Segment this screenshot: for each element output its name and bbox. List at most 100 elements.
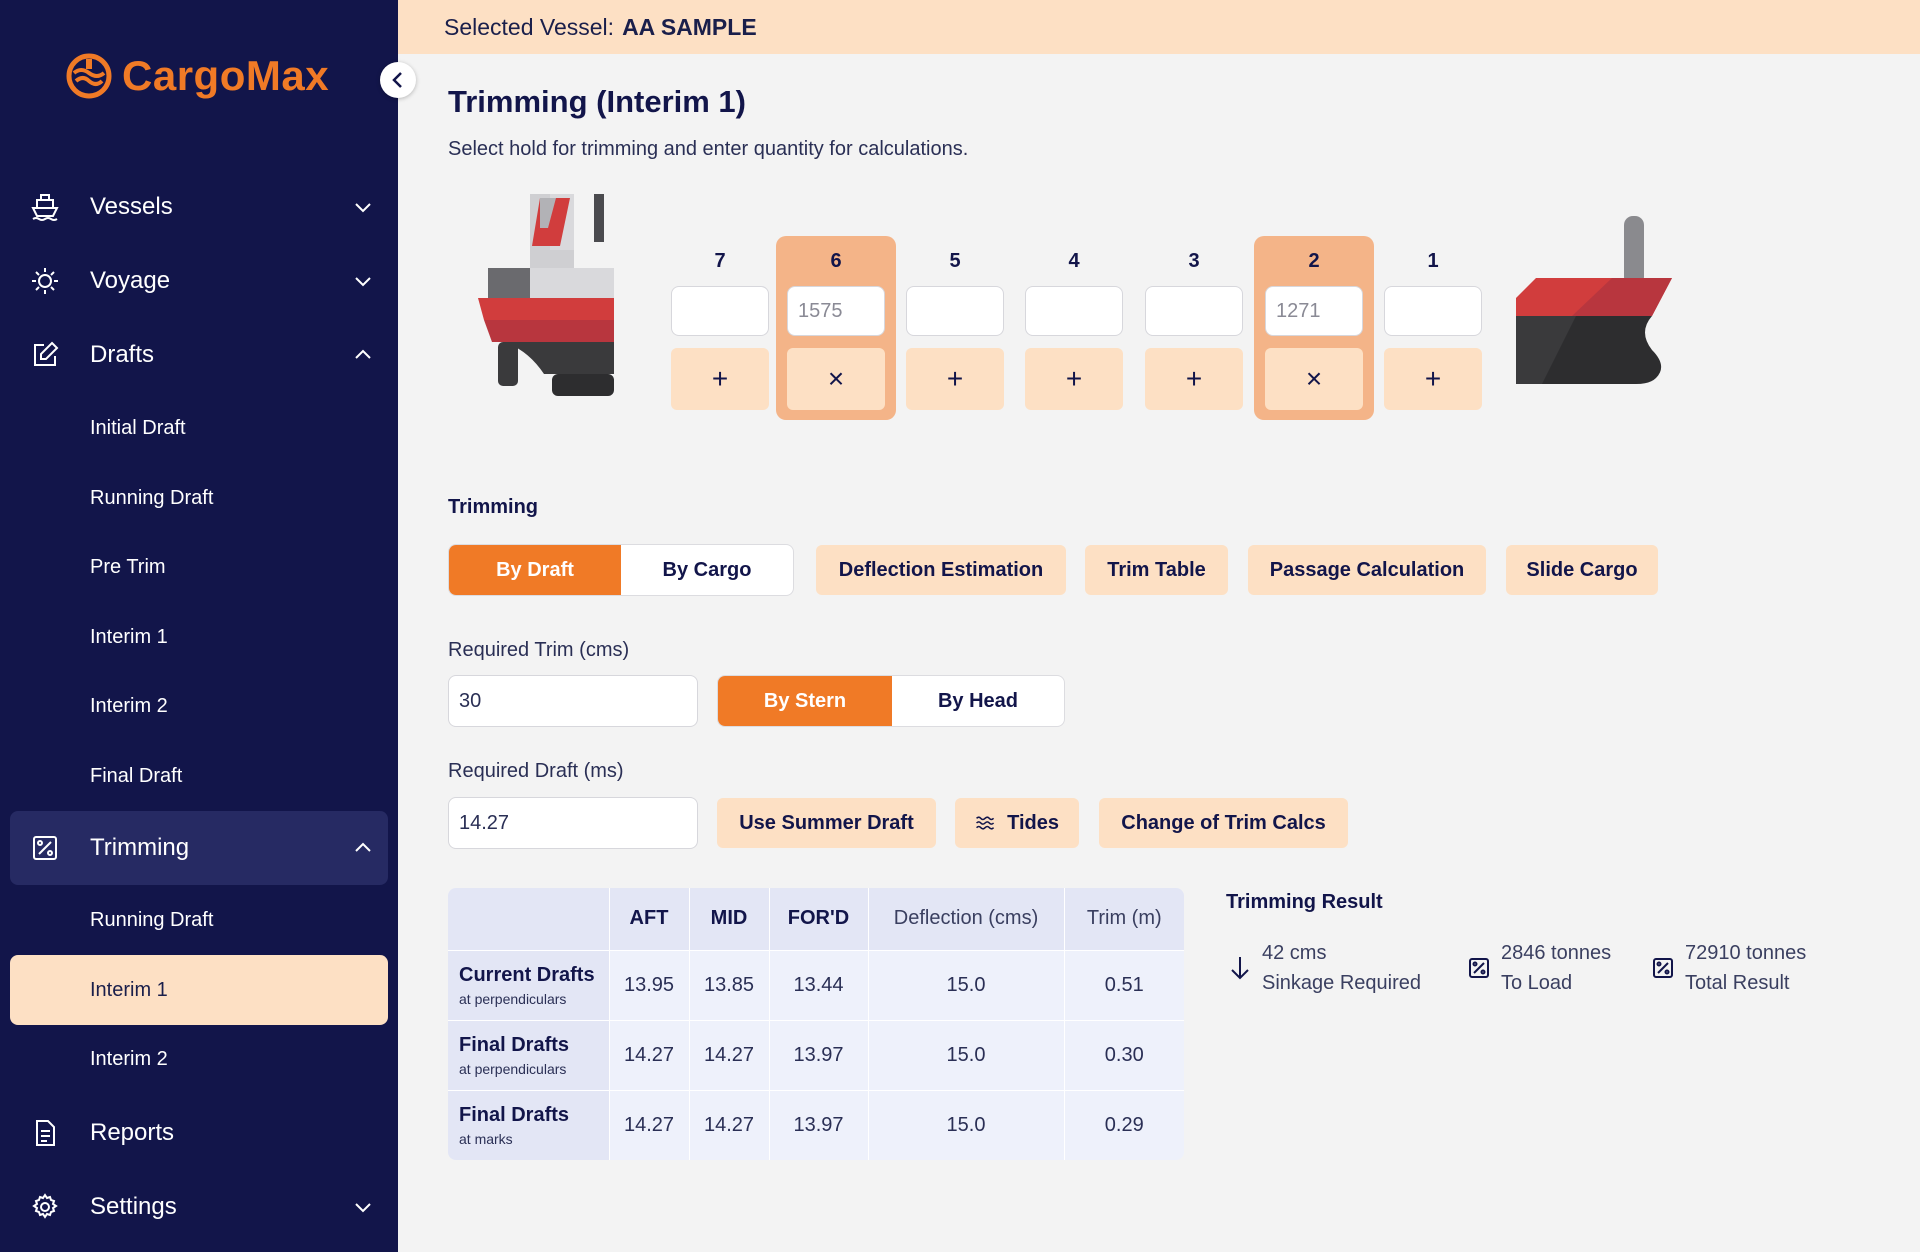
hold-number: 4 [1068, 250, 1080, 272]
cell-mid: 14.27 [689, 1019, 770, 1090]
hold-6: 6 1575 × [776, 236, 896, 420]
hold-add-button[interactable]: + [906, 348, 1004, 410]
sidebar-item-vessels[interactable]: Vessels [0, 170, 398, 244]
plus-icon: + [711, 363, 729, 394]
sun-gear-icon [28, 264, 62, 298]
table-row: Final Drafts at marks 14.27 14.27 13.97 … [448, 1089, 1184, 1160]
table-header-deflection: Deflection (cms) [868, 888, 1065, 950]
row-subtitle: at marks [459, 1130, 513, 1147]
table-header-row: AFT MID FOR'D Deflection (cms) Trim (m) [448, 888, 1184, 950]
selected-vessel-bar: Selected Vessel: AA SAMPLE [398, 0, 1920, 54]
app-logo[interactable]: CargoMax [66, 52, 329, 100]
hold-quantity-input[interactable]: 1575 [787, 286, 885, 336]
result-value: 42 cms [1262, 942, 1327, 964]
chevron-down-icon [355, 277, 371, 287]
cell-mid: 13.85 [689, 949, 770, 1020]
sidebar-sub-trim-interim-1[interactable]: Interim 1 [10, 955, 388, 1025]
sidebar-item-reports[interactable]: Reports [0, 1096, 398, 1170]
trim-table-button[interactable]: Trim Table [1085, 545, 1228, 595]
tab-by-draft[interactable]: By Draft [449, 545, 621, 595]
cell-aft: 13.95 [609, 949, 690, 1020]
tab-by-stern[interactable]: By Stern [718, 676, 892, 726]
gear-icon [28, 1190, 62, 1224]
row-title: Current Drafts [459, 963, 595, 986]
waves-icon [976, 816, 995, 830]
cell-mid: 14.27 [689, 1089, 770, 1160]
table-header-aft: AFT [609, 888, 690, 950]
sidebar-item-settings[interactable]: Settings [0, 1170, 398, 1244]
sidebar-item-drafts[interactable]: Drafts [0, 318, 398, 392]
result-total: 72910 tonnes Total Result [1649, 938, 1806, 998]
close-icon: × [827, 363, 845, 394]
hold-3: 3 + [1134, 236, 1254, 420]
hold-7: 7 + [660, 236, 780, 420]
sidebar-item-label: Settings [90, 1193, 177, 1220]
sidebar-sub-interim-1[interactable]: Interim 1 [0, 607, 398, 667]
hold-4: 4 + [1014, 236, 1134, 420]
sidebar-sub-final-draft[interactable]: Final Draft [0, 746, 398, 806]
tab-by-head[interactable]: By Head [892, 676, 1064, 726]
hold-number: 5 [949, 250, 961, 272]
hold-add-button[interactable]: + [1384, 348, 1482, 410]
hold-remove-button[interactable]: × [1265, 348, 1363, 410]
cell-ford: 13.44 [769, 949, 869, 1020]
deflection-estimation-button[interactable]: Deflection Estimation [816, 545, 1066, 595]
selected-vessel-name: AA SAMPLE [622, 13, 757, 40]
sidebar-sub-interim-2[interactable]: Interim 2 [0, 676, 398, 736]
ship-icon [28, 190, 62, 224]
hold-quantity-input[interactable] [671, 286, 769, 336]
table-header-empty [448, 888, 610, 950]
hold-add-button[interactable]: + [1025, 348, 1123, 410]
hold-remove-button[interactable]: × [787, 348, 885, 410]
result-label: To Load [1501, 972, 1573, 994]
sidebar-item-voyage[interactable]: Voyage [0, 244, 398, 318]
hold-5: 5 + [895, 236, 1015, 420]
cell-aft: 14.27 [609, 1089, 690, 1160]
selected-vessel-label: Selected Vessel: [444, 13, 615, 40]
ship-bow-illustration [1516, 216, 1672, 384]
sidebar-item-trimming[interactable]: Trimming [10, 811, 388, 885]
result-label: Sinkage Required [1262, 972, 1421, 994]
required-draft-input[interactable]: 14.27 [448, 797, 698, 849]
row-title: Final Drafts [459, 1033, 570, 1056]
sidebar-sub-running-draft[interactable]: Running Draft [0, 468, 398, 528]
hold-quantity-input[interactable] [1025, 286, 1123, 336]
hold-quantity-input[interactable]: 1271 [1265, 286, 1363, 336]
hold-add-button[interactable]: + [1145, 348, 1243, 410]
row-header: Current Drafts at perpendiculars [448, 949, 610, 1020]
percent-box-icon [1465, 954, 1493, 982]
row-header: Final Drafts at marks [448, 1089, 610, 1160]
hold-1: 1 + [1373, 236, 1493, 420]
cell-trim: 0.30 [1064, 1019, 1184, 1090]
change-of-trim-calcs-button[interactable]: Change of Trim Calcs [1099, 798, 1348, 848]
hold-number: 6 [830, 250, 842, 272]
sidebar-sub-initial-draft[interactable]: Initial Draft [0, 398, 398, 458]
sidebar-sub-trim-interim-2[interactable]: Interim 2 [0, 1029, 398, 1089]
row-subtitle: at perpendiculars [459, 990, 567, 1007]
sidebar-sub-trim-running-draft[interactable]: Running Draft [0, 890, 398, 950]
hold-quantity-input[interactable] [1384, 286, 1482, 336]
tides-button[interactable]: Tides [955, 798, 1079, 848]
row-subtitle: at perpendiculars [459, 1060, 567, 1077]
chevron-down-icon [355, 1203, 371, 1213]
passage-calculation-button[interactable]: Passage Calculation [1248, 545, 1486, 595]
plus-icon: + [1424, 363, 1442, 394]
cell-deflection: 15.0 [868, 1019, 1065, 1090]
hold-quantity-input[interactable] [1145, 286, 1243, 336]
chevron-up-icon [355, 842, 371, 852]
cell-aft: 14.27 [609, 1019, 690, 1090]
tab-by-cargo[interactable]: By Cargo [621, 545, 793, 595]
use-summer-draft-button[interactable]: Use Summer Draft [717, 798, 936, 848]
sidebar-sub-pre-trim[interactable]: Pre Trim [0, 537, 398, 597]
chevron-left-icon [392, 72, 402, 88]
hold-add-button[interactable]: + [671, 348, 769, 410]
required-trim-input[interactable]: 30 [448, 675, 698, 727]
sidebar-collapse-button[interactable] [380, 62, 416, 98]
result-value: 2846 tonnes [1501, 942, 1612, 964]
hold-quantity-input[interactable] [906, 286, 1004, 336]
slide-cargo-button[interactable]: Slide Cargo [1506, 545, 1658, 595]
table-header-trim: Trim (m) [1064, 888, 1184, 950]
hold-number: 7 [714, 250, 726, 272]
sidebar-item-label: Reports [90, 1119, 175, 1146]
cell-deflection: 15.0 [868, 949, 1065, 1020]
